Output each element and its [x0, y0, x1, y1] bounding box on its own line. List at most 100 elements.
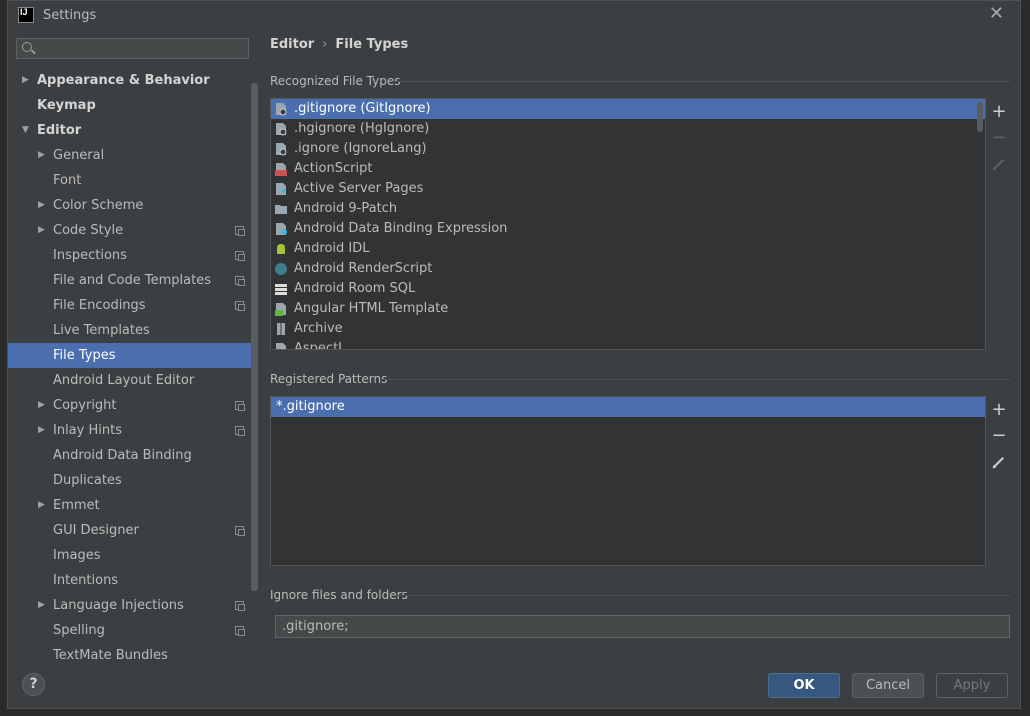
breadcrumb: Editor › File Types	[270, 37, 408, 52]
sidebar-item[interactable]: File and Code Templates	[8, 268, 258, 293]
file-type-label: AspectJ	[294, 341, 342, 350]
archive-icon	[275, 322, 287, 336]
pattern-row[interactable]: *.gitignore	[271, 397, 985, 417]
sidebar-item-label: Keymap	[37, 98, 96, 113]
sidebar-item[interactable]: Intentions	[8, 568, 258, 593]
sidebar-item-label: Inlay Hints	[53, 423, 122, 438]
chevron-down-icon[interactable]: ▼	[22, 118, 29, 143]
project-settings-icon	[235, 251, 245, 261]
chevron-right-icon[interactable]: ▶	[38, 193, 45, 218]
sidebar-item[interactable]: Inspections	[8, 243, 258, 268]
sidebar-item-label: General	[53, 148, 105, 163]
sidebar-item[interactable]: File Encodings	[8, 293, 258, 318]
sidebar-item[interactable]: ▶ Emmet	[8, 493, 258, 518]
edit-pattern-button[interactable]	[988, 449, 1010, 475]
ignore-file-icon	[275, 122, 287, 136]
sidebar-item[interactable]: Keymap	[8, 93, 258, 118]
recognized-file-types-list[interactable]: .gitignore (GitIgnore) .hgignore (HgIgnor…	[270, 98, 986, 350]
file-type-row[interactable]: ActionScript	[271, 159, 985, 179]
file-type-label: Angular HTML Template	[294, 301, 449, 316]
sidebar-item[interactable]: Android Layout Editor	[8, 368, 258, 393]
remove-pattern-button[interactable]: −	[988, 423, 1010, 449]
file-type-row[interactable]: Android Data Binding Expression	[271, 219, 985, 239]
sidebar-item[interactable]: Spelling	[8, 618, 258, 643]
file-type-row[interactable]: Android IDL	[271, 239, 985, 259]
sidebar-item[interactable]: TextMate Bundles	[8, 643, 258, 661]
ignore-files-input[interactable]	[275, 615, 1010, 638]
file-type-label: .hgignore (HgIgnore)	[294, 121, 430, 136]
sidebar-item[interactable]: Duplicates	[8, 468, 258, 493]
sidebar-item[interactable]: Font	[8, 168, 258, 193]
file-type-row[interactable]: .gitignore (GitIgnore)	[271, 99, 985, 119]
sidebar-item[interactable]: ▼ Editor	[8, 118, 258, 143]
project-settings-icon	[235, 626, 245, 636]
chevron-right-icon[interactable]: ▶	[38, 218, 45, 243]
sidebar-item-label: Language Injections	[53, 598, 184, 613]
file-type-row[interactable]: Android 9-Patch	[271, 199, 985, 219]
pencil-icon	[994, 457, 1004, 467]
intellij-app-icon	[18, 7, 34, 23]
apply-button[interactable]: Apply	[936, 673, 1008, 698]
section-divider	[392, 81, 1010, 82]
file-type-label: Android 9-Patch	[294, 201, 398, 216]
sidebar-item[interactable]: ▶ Inlay Hints	[8, 418, 258, 443]
chevron-right-icon[interactable]: ▶	[22, 68, 29, 93]
chevron-right-icon[interactable]: ▶	[38, 418, 45, 443]
sidebar-item[interactable]: ▶ Copyright	[8, 393, 258, 418]
settings-dialog: Settings ✕ ▶ Appearance & Behavior Keymap ▼…	[7, 0, 1021, 709]
project-settings-icon	[235, 226, 245, 236]
file-type-row[interactable]: Android Room SQL	[271, 279, 985, 299]
search-box[interactable]	[16, 38, 249, 59]
sidebar-item-label: Intentions	[53, 573, 119, 588]
sidebar-item[interactable]: GUI Designer	[8, 518, 258, 543]
file-type-row[interactable]: Archive	[271, 319, 985, 339]
file-type-label: Archive	[294, 321, 343, 336]
file-type-label: Active Server Pages	[294, 181, 424, 196]
sidebar-item[interactable]: File Types	[8, 343, 258, 368]
edit-file-type-button[interactable]	[988, 151, 1010, 177]
sidebar-item[interactable]: Images	[8, 543, 258, 568]
chevron-right-icon[interactable]: ▶	[38, 143, 45, 168]
sidebar-item[interactable]: ▶ Appearance & Behavior	[8, 68, 258, 93]
ignore-file-icon	[275, 342, 287, 349]
file-type-row[interactable]: Android RenderScript	[271, 259, 985, 279]
chevron-right-icon[interactable]: ▶	[38, 393, 45, 418]
project-settings-icon	[235, 526, 245, 536]
sidebar-item-label: Inspections	[53, 248, 127, 263]
file-type-row[interactable]: .ignore (IgnoreLang)	[271, 139, 985, 159]
help-button[interactable]: ?	[22, 673, 45, 696]
sidebar-item-label: Editor	[37, 123, 82, 138]
sidebar-item[interactable]: Live Templates	[8, 318, 258, 343]
file-type-row[interactable]: AspectJ	[271, 339, 985, 350]
angular-html-icon	[275, 302, 287, 316]
sidebar-item-label: File and Code Templates	[53, 273, 211, 288]
breadcrumb-parent[interactable]: Editor	[270, 37, 314, 52]
room-sql-icon	[275, 282, 287, 296]
file-type-row[interactable]: .hgignore (HgIgnore)	[271, 119, 985, 139]
sidebar-item[interactable]: ▶ Color Scheme	[8, 193, 258, 218]
sidebar-item-label: Live Templates	[53, 323, 150, 338]
chevron-right-icon[interactable]: ▶	[38, 593, 45, 618]
file-type-row[interactable]: Active Server Pages	[271, 179, 985, 199]
sidebar-item[interactable]: Android Data Binding	[8, 443, 258, 468]
sidebar-item-label: Font	[53, 173, 82, 188]
remove-file-type-button[interactable]: −	[988, 125, 1010, 151]
registered-patterns-title: Registered Patterns	[270, 372, 388, 386]
sidebar-item[interactable]: ▶ General	[8, 143, 258, 168]
file-type-row[interactable]: Angular HTML Template	[271, 299, 985, 319]
registered-patterns-list[interactable]: *.gitignore	[270, 396, 986, 566]
patterns-toolbar: + −	[988, 397, 1010, 475]
add-file-type-button[interactable]: +	[988, 99, 1010, 125]
chevron-right-icon[interactable]: ▶	[38, 493, 45, 518]
search-input[interactable]	[39, 40, 244, 57]
project-settings-icon	[235, 301, 245, 311]
sidebar-item[interactable]: ▶ Code Style	[8, 218, 258, 243]
project-settings-icon	[235, 426, 245, 436]
ok-button[interactable]: OK	[768, 673, 840, 698]
sidebar-scrollbar[interactable]	[251, 83, 258, 591]
sidebar-item[interactable]: ▶ Language Injections	[8, 593, 258, 618]
cancel-button[interactable]: Cancel	[852, 673, 924, 698]
file-types-scrollbar[interactable]	[977, 102, 983, 132]
add-pattern-button[interactable]: +	[988, 397, 1010, 423]
close-icon[interactable]: ✕	[989, 5, 1004, 23]
